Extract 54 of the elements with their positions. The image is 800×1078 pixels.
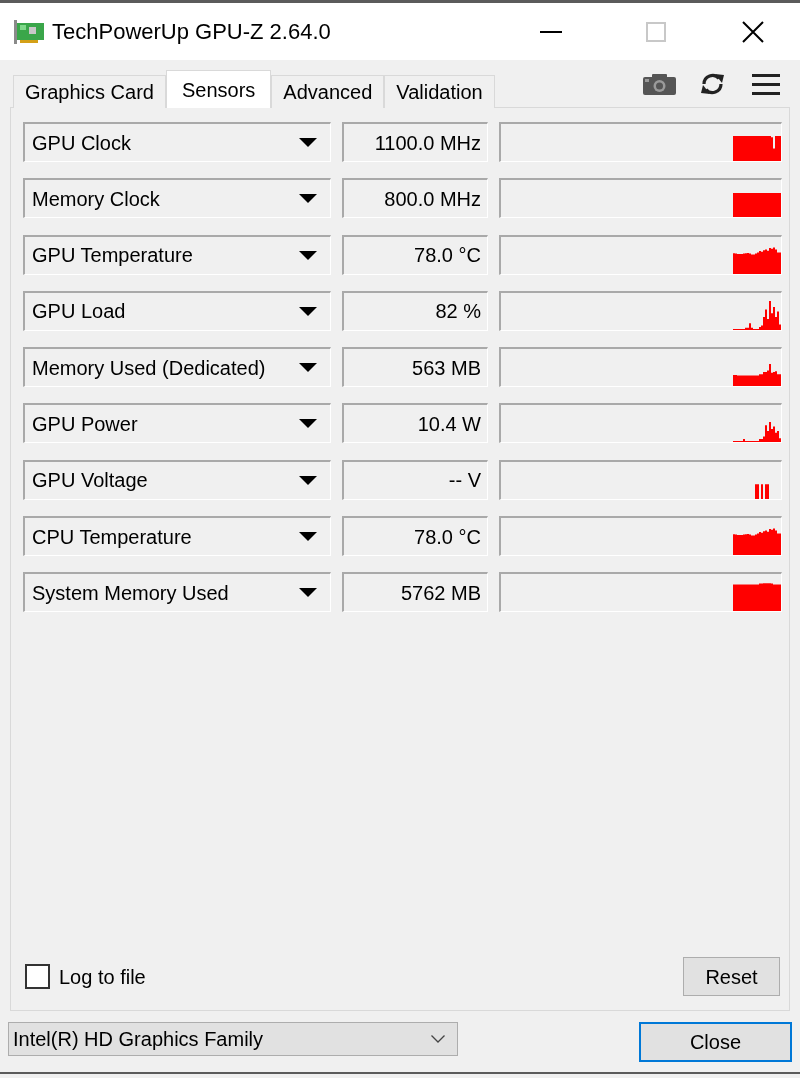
caret-icon [299,363,317,373]
window-title: TechPowerUp GPU-Z 2.64.0 [52,18,331,46]
caret-icon [299,306,317,316]
sensor-reading: 800.0 MHz [342,178,488,219]
sensor-reading: 78.0 °C [342,516,488,557]
close-icon [742,20,764,43]
minimize-icon [540,30,562,33]
tab[interactable]: Validation [384,75,495,108]
caret-icon [299,588,317,598]
tab[interactable]: Advanced [271,75,385,108]
sensor-reading: -- V [342,459,488,500]
caret-icon [299,138,317,147]
sparkline [733,246,781,274]
tab[interactable]: Sensors [165,70,272,108]
caret-icon [299,250,317,260]
sensor-select[interactable]: System Memory Used [23,572,331,613]
menu-icon[interactable] [752,73,780,95]
sparkline [733,136,781,161]
sensor-reading: 82 % [342,290,488,331]
checkbox-label[interactable]: Log to file [59,961,146,992]
refresh-icon[interactable] [700,73,725,95]
maximize-icon [646,21,666,42]
sparkline [733,528,781,556]
sensor-select[interactable]: Memory Clock [23,178,331,219]
sensor-reading: 10.4 W [342,403,488,444]
sensor-select[interactable]: CPU Temperature [23,516,331,557]
checkbox[interactable] [25,964,50,989]
caret-icon [299,419,317,429]
sensor-select[interactable]: GPU Voltage [23,459,331,500]
caret-icon [299,532,317,542]
close-button[interactable]: Close [639,1022,792,1062]
sensor-select[interactable]: GPU Clock [23,122,331,162]
caret-icon [299,475,317,485]
sparkline [733,300,781,330]
chevron-down-icon [431,1035,445,1043]
reset-button[interactable]: Reset [683,957,780,996]
gpu-select[interactable]: Intel(R) HD Graphics Family [8,1022,458,1056]
caret-icon [299,194,317,204]
sparkline [733,193,781,218]
graphics-card-icon [14,19,44,44]
camera-icon[interactable] [643,73,676,95]
sparkline [733,422,781,443]
sparkline [733,364,781,387]
sensor-reading: 1100.0 MHz [342,122,488,162]
sparkline [733,583,781,612]
sensor-reading: 563 MB [342,347,488,388]
sensor-select[interactable]: GPU Temperature [23,234,331,275]
sensor-select[interactable]: Memory Used (Dedicated) [23,347,331,388]
sparkline [755,483,769,499]
sensor-select[interactable]: GPU Power [23,403,331,444]
sensor-reading: 78.0 °C [342,234,488,275]
tab[interactable]: Graphics Card [13,75,166,108]
sensor-reading: 5762 MB [342,572,488,613]
sensor-select[interactable]: GPU Load [23,290,331,331]
